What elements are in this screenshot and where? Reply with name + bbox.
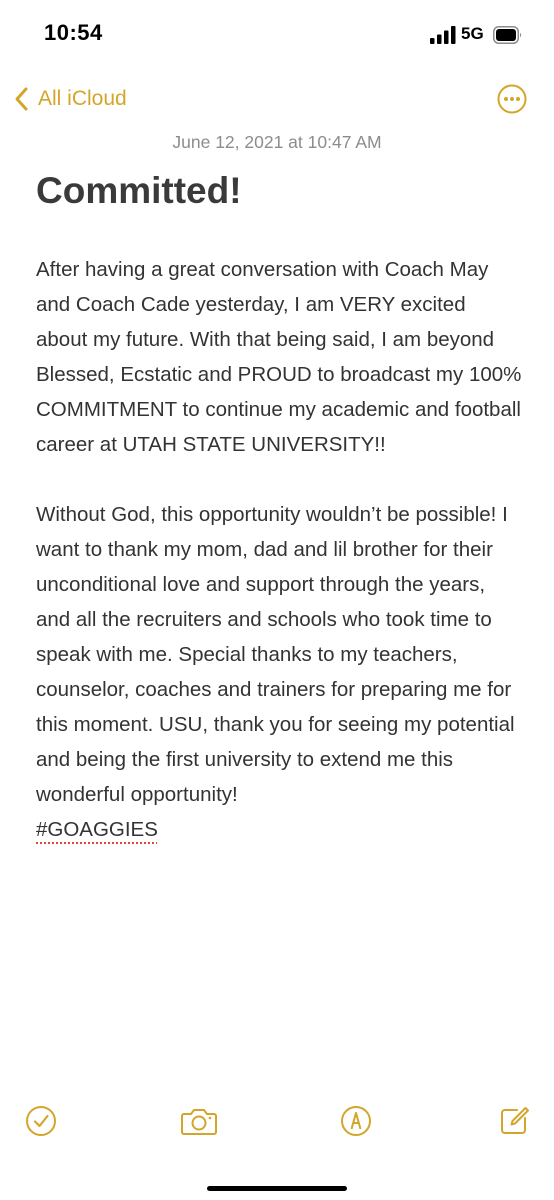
status-time: 10:54 [44,20,103,45]
home-indicator[interactable] [207,1186,347,1191]
markup-pen-icon[interactable] [339,1104,373,1138]
back-button[interactable]: All iCloud [12,84,127,114]
back-button-label: All iCloud [38,87,127,110]
signal-bars-icon [430,26,456,44]
ellipsis-circle-icon[interactable] [497,84,527,114]
note-body[interactable]: After having a great conversation with C… [36,252,522,847]
checklist-icon[interactable] [24,1104,58,1138]
network-type: 5G [461,24,484,43]
note-hashtag: #GOAGGIES [36,818,158,841]
note-paragraph: After having a great conversation with C… [36,258,522,456]
note-paragraph: Without God, this opportunity wouldn’t b… [36,497,522,847]
compose-icon[interactable] [497,1104,531,1138]
chevron-left-icon [15,87,28,111]
note-paragraph-text: Without God, this opportunity wouldn’t b… [36,503,515,806]
camera-icon[interactable] [180,1104,218,1138]
note-date: June 12, 2021 at 10:47 AM [172,132,382,152]
battery-icon [493,26,522,44]
status-bar: 10:54 5G [0,0,554,70]
note-title[interactable]: Committed! [36,167,242,215]
